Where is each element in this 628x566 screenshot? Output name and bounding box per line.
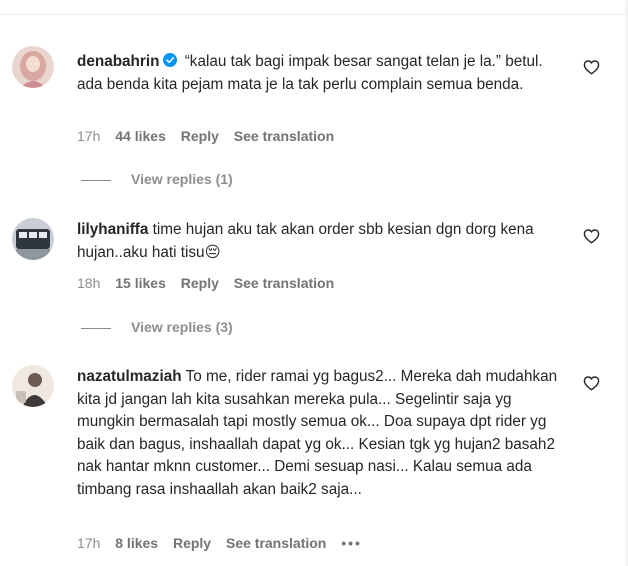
verified-badge-icon bbox=[163, 53, 178, 67]
heart-icon[interactable] bbox=[583, 59, 600, 75]
previous-comment-edge bbox=[0, 0, 628, 15]
see-translation-link[interactable]: See translation bbox=[234, 275, 334, 291]
comment-username[interactable]: denabahrin bbox=[77, 53, 159, 70]
see-translation-link[interactable]: See translation bbox=[226, 535, 326, 551]
heart-icon[interactable] bbox=[583, 228, 600, 244]
comment-body: lilyhaniffa time hujan aku tak akan orde… bbox=[77, 219, 572, 264]
comment-body: nazatulmaziah To me, rider ramai yg bagu… bbox=[77, 366, 572, 501]
view-replies-button[interactable]: View replies (3) bbox=[81, 319, 233, 335]
comment-timestamp[interactable]: 17h bbox=[77, 128, 100, 144]
comment-timestamp[interactable]: 17h bbox=[77, 535, 100, 551]
view-replies-label: View replies (3) bbox=[131, 319, 233, 335]
comment-username[interactable]: nazatulmaziah bbox=[77, 368, 182, 385]
comment-text: To me, rider ramai yg bagus2... Mereka d… bbox=[77, 368, 558, 498]
reply-button[interactable]: Reply bbox=[181, 275, 219, 291]
likes-count[interactable]: 15 likes bbox=[115, 275, 166, 291]
comment-timestamp[interactable]: 18h bbox=[77, 275, 100, 291]
divider-line bbox=[81, 179, 111, 181]
see-translation-link[interactable]: See translation bbox=[234, 128, 334, 144]
comment-meta: 17h 44 likes Reply See translation bbox=[77, 128, 345, 144]
comment-meta: 17h 8 likes Reply See translation ••• bbox=[77, 535, 373, 551]
view-replies-label: View replies (1) bbox=[131, 171, 233, 187]
view-replies-button[interactable]: View replies (1) bbox=[81, 171, 233, 187]
avatar[interactable] bbox=[12, 365, 54, 407]
reply-button[interactable]: Reply bbox=[173, 535, 211, 551]
comment-meta: 18h 15 likes Reply See translation bbox=[77, 275, 345, 291]
comment-username[interactable]: lilyhaniffa bbox=[77, 221, 148, 238]
reply-button[interactable]: Reply bbox=[181, 128, 219, 144]
likes-count[interactable]: 44 likes bbox=[115, 128, 166, 144]
comment-body: denabahrin “kalau tak bagi impak besar s… bbox=[77, 51, 572, 96]
likes-count[interactable]: 8 likes bbox=[115, 535, 158, 551]
avatar[interactable] bbox=[12, 46, 54, 88]
avatar[interactable] bbox=[12, 218, 54, 260]
more-options-icon[interactable]: ••• bbox=[341, 535, 362, 551]
heart-icon[interactable] bbox=[583, 375, 600, 391]
divider-line bbox=[81, 327, 111, 329]
